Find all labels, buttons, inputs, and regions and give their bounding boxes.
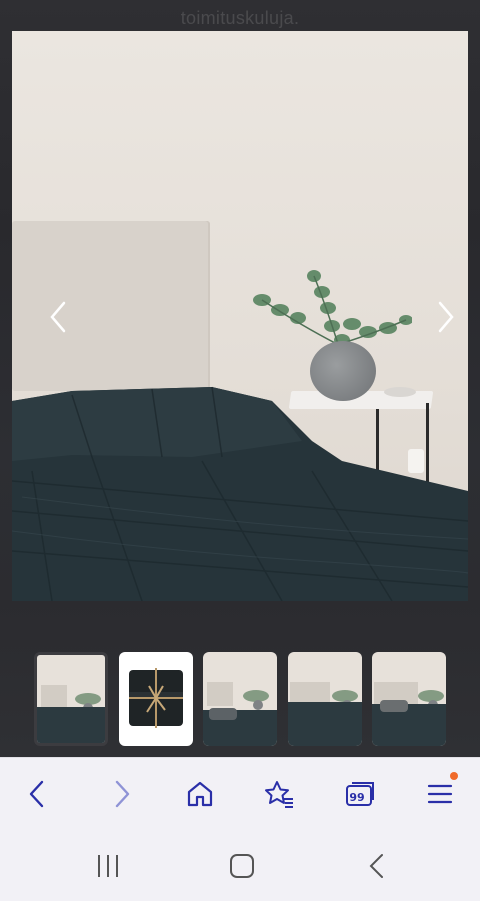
notification-dot (450, 772, 458, 780)
tabs-count: 99 (349, 790, 365, 804)
home-button[interactable] (180, 776, 220, 812)
thumb-pillow (209, 708, 237, 720)
menu-button[interactable] (420, 772, 460, 812)
image-bed (12, 386, 468, 601)
chevron-left-icon[interactable] (46, 299, 70, 335)
menu-icon (427, 784, 453, 804)
thumb-headboard (41, 685, 67, 709)
main-product-image[interactable] (12, 31, 468, 601)
forward-icon (115, 780, 130, 808)
chevron-right-icon[interactable] (434, 299, 458, 335)
thumbnail-2[interactable] (119, 652, 193, 746)
back-icon (29, 780, 44, 808)
back-button[interactable] (18, 776, 58, 812)
thumbnail-strip (0, 652, 480, 747)
browser-toolbar: 99 (0, 757, 480, 829)
image-plant (253, 270, 412, 346)
thumbnail-5[interactable] (372, 652, 446, 746)
recent-apps-icon[interactable] (94, 853, 124, 879)
system-back-icon[interactable] (362, 853, 392, 879)
system-navigation-bar (0, 829, 480, 901)
thumb-headboard (207, 682, 233, 706)
thumb-pillow (380, 700, 408, 712)
thumbnail-4[interactable] (288, 652, 362, 746)
thumbnail-3[interactable] (203, 652, 277, 746)
folded-blanket-image (129, 668, 183, 728)
home-button-icon[interactable] (227, 853, 257, 879)
thumbnail-1[interactable] (34, 652, 108, 746)
forward-button[interactable] (101, 776, 141, 812)
thumb-bed (288, 702, 362, 746)
thumb-vase (253, 700, 263, 710)
bookmarks-icon (265, 781, 293, 808)
thumb-bed (37, 707, 105, 743)
bookmarks-button[interactable] (259, 776, 299, 812)
home-icon (187, 781, 213, 807)
partial-text: toimitusk­uluja. (180, 8, 300, 28)
tabs-button[interactable]: 99 (340, 776, 380, 812)
